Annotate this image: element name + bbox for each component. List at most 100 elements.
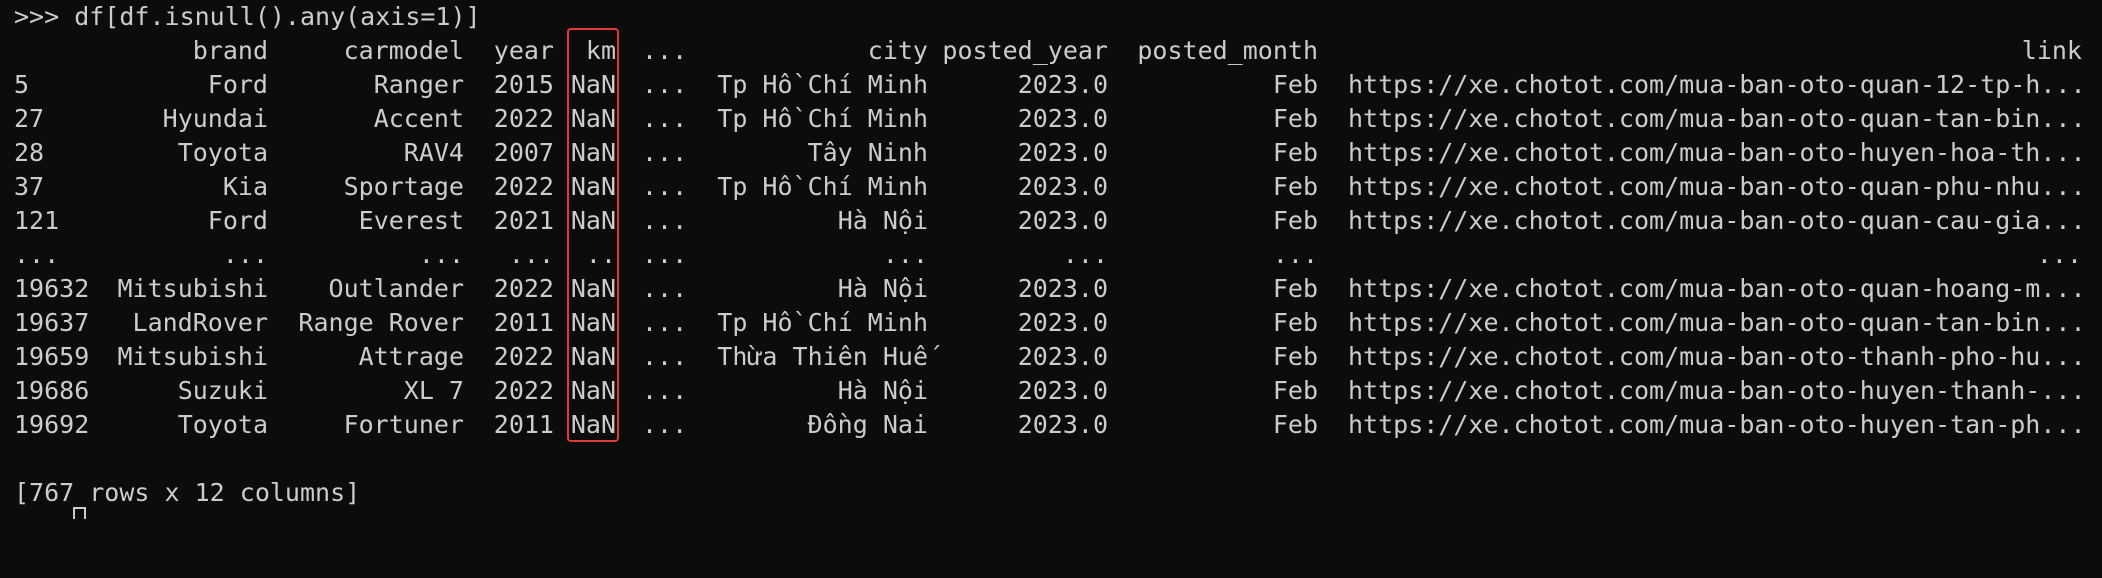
cell-ellipsis: ...	[642, 308, 688, 337]
cell-posted-month: ...	[1272, 240, 1318, 269]
cell-ellipsis: ...	[642, 410, 688, 439]
km-column-highlight	[567, 28, 619, 442]
cell-city: Tp Hồ Chí Minh	[717, 172, 928, 201]
cell-link: https://xe.chotot.com/mua-ban-oto-thanh-…	[1348, 342, 2086, 371]
header-year: year	[493, 36, 554, 65]
cell-city: Hà Nội	[837, 376, 928, 405]
cell-posted-month: Feb	[1272, 206, 1318, 235]
cell-brand: Suzuki	[177, 376, 268, 405]
cell-link: https://xe.chotot.com/mua-ban-oto-huyen-…	[1348, 138, 2086, 167]
header-link: link	[2021, 36, 2082, 65]
summary-text: [767 rows x 12 columns]	[14, 478, 361, 507]
cell-ellipsis: ...	[642, 104, 688, 133]
cell-year: 2011	[493, 410, 554, 439]
cell-city: Đồng Nai	[807, 410, 928, 439]
cell-year: 2022	[493, 274, 554, 303]
cell-brand: Hyundai	[162, 104, 268, 133]
cell-link: https://xe.chotot.com/mua-ban-oto-quan-c…	[1348, 206, 2086, 235]
cell-city: Hà Nội	[837, 274, 928, 303]
cell-year: 2022	[493, 104, 554, 133]
cell-carmodel: RAV4	[403, 138, 464, 167]
cell-link: https://xe.chotot.com/mua-ban-oto-quan-h…	[1348, 274, 2086, 303]
table-header: brand carmodel year km ... city posted_y…	[0, 34, 2082, 68]
cell-posted-month: Feb	[1272, 274, 1318, 303]
cell-posted-year: 2023.0	[1017, 104, 1108, 133]
cell-carmodel: XL 7	[403, 376, 464, 405]
header-city: city	[867, 36, 928, 65]
cell-posted-year: 2023.0	[1017, 376, 1108, 405]
cell-carmodel: ...	[418, 240, 464, 269]
cell-brand: Mitsubishi	[117, 274, 268, 303]
cell-carmodel: Sportage	[343, 172, 464, 201]
text-cursor	[73, 507, 86, 519]
cell-posted-month: Feb	[1272, 376, 1318, 405]
cell-city: Tp Hồ Chí Minh	[717, 70, 928, 99]
cell-posted-month: Feb	[1272, 342, 1318, 371]
cell-posted-month: Feb	[1272, 308, 1318, 337]
cell-brand: Kia	[222, 172, 268, 201]
header-brand: brand	[192, 36, 268, 65]
cell-carmodel: Accent	[373, 104, 464, 133]
cell-carmodel: Ranger	[373, 70, 464, 99]
cell-city: Hà Nội	[837, 206, 928, 235]
cell-carmodel: Everest	[358, 206, 464, 235]
cell-year: 2011	[493, 308, 554, 337]
cell-posted-month: Feb	[1272, 104, 1318, 133]
cell-brand: Ford	[207, 206, 268, 235]
cell-city: Thừa Thiên Huế	[717, 342, 928, 371]
cell-posted-year: 2023.0	[1017, 206, 1108, 235]
cell-city: Tp Hồ Chí Minh	[717, 104, 928, 133]
cell-carmodel: Fortuner	[343, 410, 464, 439]
terminal-window[interactable]: >>> df[df.isnull().any(axis=1)] brand ca…	[0, 0, 2102, 519]
cell-posted-year: 2023.0	[1017, 70, 1108, 99]
cell-posted-year: ...	[1062, 240, 1108, 269]
cell-carmodel: Outlander	[328, 274, 464, 303]
header-posted-month: posted_month	[1137, 36, 1318, 65]
cell-ellipsis: ...	[642, 206, 688, 235]
cell-year: 2015	[493, 70, 554, 99]
cell-link: https://xe.chotot.com/mua-ban-oto-quan-t…	[1348, 104, 2086, 133]
cell-posted-month: Feb	[1272, 172, 1318, 201]
cell-ellipsis: ...	[642, 70, 688, 99]
cell-posted-year: 2023.0	[1017, 172, 1108, 201]
cell-ellipsis: ...	[642, 240, 688, 269]
cell-link: https://xe.chotot.com/mua-ban-oto-quan-t…	[1348, 308, 2086, 337]
cell-year: ...	[508, 240, 554, 269]
header-ellipsis: ...	[642, 36, 688, 65]
cell-ellipsis: ...	[642, 376, 688, 405]
cell-posted-year: 2023.0	[1017, 342, 1108, 371]
cell-ellipsis: ...	[642, 274, 688, 303]
cell-year: 2021	[493, 206, 554, 235]
cell-posted-year: 2023.0	[1017, 308, 1108, 337]
cell-posted-year: 2023.0	[1017, 274, 1108, 303]
cell-year: 2022	[493, 342, 554, 371]
cell-posted-month: Feb	[1272, 70, 1318, 99]
cell-city: Tp Hồ Chí Minh	[717, 308, 928, 337]
cell-ellipsis: ...	[642, 138, 688, 167]
cell-city: ...	[882, 240, 928, 269]
command-text: >>> df[df.isnull().any(axis=1)]	[14, 2, 481, 31]
header-carmodel: carmodel	[343, 36, 464, 65]
cell-carmodel: Attrage	[358, 342, 464, 371]
cell-ellipsis: ...	[642, 342, 688, 371]
cell-brand: ...	[222, 240, 268, 269]
cell-posted-month: Feb	[1272, 410, 1318, 439]
cell-brand: Toyota	[177, 410, 268, 439]
summary-line: [767 rows x 12 columns]	[0, 476, 360, 510]
cell-brand: LandRover	[132, 308, 268, 337]
cell-link: https://xe.chotot.com/mua-ban-oto-quan-1…	[1348, 70, 2086, 99]
cell-link: https://xe.chotot.com/mua-ban-oto-quan-p…	[1348, 172, 2086, 201]
cell-link: https://xe.chotot.com/mua-ban-oto-huyen-…	[1348, 376, 2086, 405]
cell-carmodel: Range Rover	[298, 308, 464, 337]
command-line: >>> df[df.isnull().any(axis=1)]	[0, 0, 481, 34]
cell-year: 2007	[493, 138, 554, 167]
cell-city: Tây Ninh	[807, 138, 928, 167]
cell-ellipsis: ...	[642, 172, 688, 201]
cell-year: 2022	[493, 172, 554, 201]
header-posted-year: posted_year	[942, 36, 1108, 65]
cell-posted-year: 2023.0	[1017, 410, 1108, 439]
cell-brand: Toyota	[177, 138, 268, 167]
cell-link: https://xe.chotot.com/mua-ban-oto-huyen-…	[1348, 410, 2086, 439]
cell-brand: Mitsubishi	[117, 342, 268, 371]
cell-brand: Ford	[207, 70, 268, 99]
